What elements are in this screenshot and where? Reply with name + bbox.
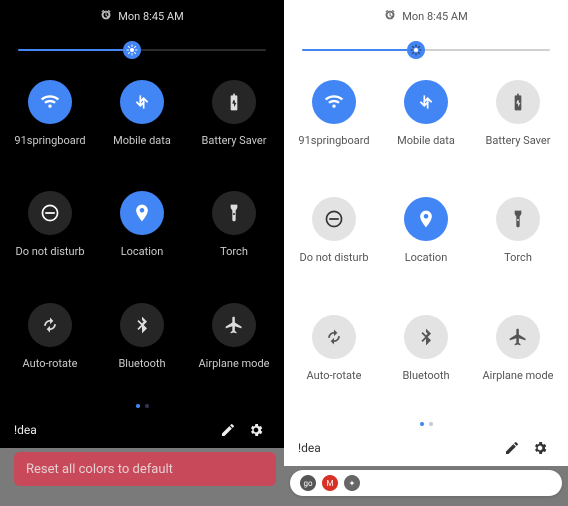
tile-label: Mobile data bbox=[397, 134, 455, 147]
tile-battery-saver[interactable]: Battery Saver bbox=[472, 80, 564, 179]
panel-footer: !dea bbox=[0, 414, 284, 448]
settings-button[interactable] bbox=[242, 422, 270, 438]
pager-dot[interactable] bbox=[420, 422, 424, 426]
dnd-icon[interactable] bbox=[312, 197, 356, 241]
tile-mobile-data[interactable]: Mobile data bbox=[96, 80, 188, 173]
tile-torch[interactable]: Torch bbox=[472, 197, 564, 296]
brightness-fill bbox=[302, 49, 416, 51]
brightness-thumb[interactable] bbox=[407, 41, 425, 59]
status-time: Mon 8:45 AM bbox=[118, 10, 183, 23]
brightness-slider[interactable] bbox=[18, 38, 266, 62]
airplane-icon[interactable] bbox=[496, 315, 540, 359]
tile-bluetooth[interactable]: Bluetooth bbox=[96, 303, 188, 396]
tile-label: Airplane mode bbox=[482, 369, 553, 382]
brightness-thumb[interactable] bbox=[123, 41, 141, 59]
quicksettings-panels: Mon 8:45 AM 91springboard Mobile data Batte… bbox=[0, 0, 568, 466]
mobiledata-icon[interactable] bbox=[404, 80, 448, 124]
tile-wifi[interactable]: 91springboard bbox=[288, 80, 380, 179]
tile-bluetooth[interactable]: Bluetooth bbox=[380, 315, 472, 414]
tile-label: Mobile data bbox=[113, 134, 171, 147]
location-icon[interactable] bbox=[120, 191, 164, 235]
tile-label: Torch bbox=[504, 251, 532, 264]
tile-battery-saver[interactable]: Battery Saver bbox=[188, 80, 280, 173]
tile-label: Do not disturb bbox=[299, 251, 368, 264]
battery-icon[interactable] bbox=[496, 80, 540, 124]
tile-location[interactable]: Location bbox=[380, 197, 472, 296]
tile-dnd[interactable]: Do not disturb bbox=[288, 197, 380, 296]
brightness-fill bbox=[18, 49, 132, 51]
edit-button[interactable] bbox=[498, 440, 526, 456]
notif-app-icon[interactable]: M bbox=[322, 475, 338, 491]
pager-dot[interactable] bbox=[136, 404, 140, 408]
tile-label: Auto-rotate bbox=[307, 369, 362, 382]
settings-button[interactable] bbox=[526, 440, 554, 456]
wifi-icon[interactable] bbox=[312, 80, 356, 124]
tile-label: Battery Saver bbox=[486, 134, 551, 147]
tile-mobile-data[interactable]: Mobile data bbox=[380, 80, 472, 179]
tile-location[interactable]: Location bbox=[96, 191, 188, 284]
battery-icon[interactable] bbox=[212, 80, 256, 124]
wifi-icon[interactable] bbox=[28, 80, 72, 124]
pager-dots bbox=[284, 414, 568, 432]
torch-icon[interactable] bbox=[212, 191, 256, 235]
tile-torch[interactable]: Torch bbox=[188, 191, 280, 284]
status-bar: Mon 8:45 AM bbox=[0, 6, 284, 26]
notif-app-icon[interactable]: ✦ bbox=[344, 475, 360, 491]
location-icon[interactable] bbox=[404, 197, 448, 241]
quicksettings-panel-light: Mon 8:45 AM 91springboard Mobile data Batte… bbox=[284, 0, 568, 466]
bluetooth-icon[interactable] bbox=[120, 303, 164, 347]
status-bar: Mon 8:45 AM bbox=[284, 6, 568, 26]
tile-auto-rotate[interactable]: Auto-rotate bbox=[4, 303, 96, 396]
pager-dots bbox=[0, 396, 284, 414]
tile-auto-rotate[interactable]: Auto-rotate bbox=[288, 315, 380, 414]
torch-icon[interactable] bbox=[496, 197, 540, 241]
notification-bar[interactable]: go M ✦ bbox=[290, 470, 562, 496]
tile-label: Battery Saver bbox=[202, 134, 267, 147]
tile-label: Location bbox=[405, 251, 448, 264]
alarm-icon bbox=[100, 9, 112, 24]
rotate-icon[interactable] bbox=[312, 315, 356, 359]
carrier-label: !dea bbox=[14, 423, 214, 437]
bluetooth-icon[interactable] bbox=[404, 315, 448, 359]
status-time: Mon 8:45 AM bbox=[402, 10, 467, 23]
tile-dnd[interactable]: Do not disturb bbox=[4, 191, 96, 284]
tile-label: Do not disturb bbox=[15, 245, 84, 258]
brightness-slider[interactable] bbox=[302, 38, 550, 62]
tile-label: Bluetooth bbox=[118, 357, 165, 370]
tile-label: Auto-rotate bbox=[23, 357, 78, 370]
airplane-icon[interactable] bbox=[212, 303, 256, 347]
tile-label: 91springboard bbox=[14, 134, 85, 147]
pager-dot[interactable] bbox=[145, 404, 149, 408]
tile-label: Airplane mode bbox=[198, 357, 269, 370]
rotate-icon[interactable] bbox=[28, 303, 72, 347]
tile-label: Bluetooth bbox=[402, 369, 449, 382]
tile-label: Torch bbox=[220, 245, 248, 258]
tile-label: 91springboard bbox=[298, 134, 369, 147]
tile-airplane[interactable]: Airplane mode bbox=[188, 303, 280, 396]
tiles-grid: 91springboard Mobile data Battery Saver Do … bbox=[284, 68, 568, 414]
tile-airplane[interactable]: Airplane mode bbox=[472, 315, 564, 414]
edit-button[interactable] bbox=[214, 422, 242, 438]
tiles-grid: 91springboard Mobile data Battery Saver Do … bbox=[0, 68, 284, 396]
pager-dot[interactable] bbox=[429, 422, 433, 426]
carrier-label: !dea bbox=[298, 441, 498, 455]
tile-label: Location bbox=[121, 245, 164, 258]
panel-footer: !dea bbox=[284, 432, 568, 466]
mobiledata-icon[interactable] bbox=[120, 80, 164, 124]
tile-wifi[interactable]: 91springboard bbox=[4, 80, 96, 173]
notif-app-icon[interactable]: go bbox=[300, 475, 316, 491]
alarm-icon bbox=[384, 9, 396, 24]
dnd-icon[interactable] bbox=[28, 191, 72, 235]
quicksettings-panel-dark: Mon 8:45 AM 91springboard Mobile data Batte… bbox=[0, 0, 284, 448]
